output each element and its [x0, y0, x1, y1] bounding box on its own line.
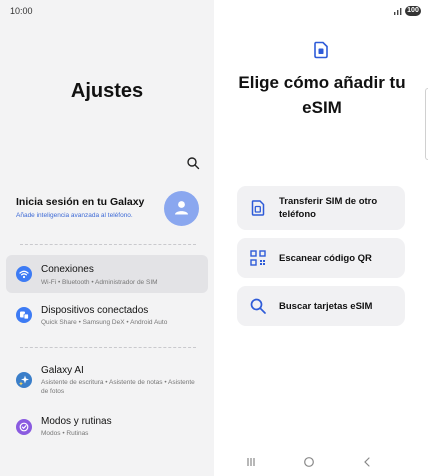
settings-title: Ajustes: [70, 80, 144, 102]
settings-item-modos-rutinas[interactable]: Modos y rutinas Modos • Rutinas: [6, 410, 208, 446]
item-subtitle: Modos • Rutinas: [41, 430, 89, 437]
option-label: Escanear código QR: [279, 253, 372, 264]
account-subtitle: Añade inteligencia avanzada al teléfono.: [16, 212, 133, 219]
status-time: 10:00: [10, 6, 33, 16]
search-icon[interactable]: [186, 156, 200, 170]
option-scan-qr[interactable]: Escanear código QR: [237, 238, 405, 278]
item-title: Conexiones: [41, 264, 94, 275]
person-icon: [175, 201, 188, 215]
item-title: Galaxy AI: [41, 365, 84, 376]
devices-icon: [16, 307, 32, 323]
sim-transfer-icon: [251, 200, 265, 216]
search-icon: [250, 298, 266, 314]
esim-title: Elige cómo añadir tu eSIM: [238, 73, 406, 117]
divider: [20, 244, 196, 245]
option-search-esim[interactable]: Buscar tarjetas eSIM: [237, 286, 405, 326]
option-label: Buscar tarjetas eSIM: [279, 301, 373, 312]
item-subtitle: Asistente de escritura • Asistente de no…: [41, 379, 195, 395]
recents-icon[interactable]: [244, 456, 258, 468]
status-indicators: 100: [393, 5, 423, 17]
settings-pane: 10:00 Ajustes Inicia sesión en tu Galaxy…: [0, 0, 214, 476]
check-circle-icon: [16, 419, 32, 435]
option-transfer-sim[interactable]: Transferir SIM de otro teléfono: [237, 186, 405, 230]
item-subtitle: Wi-Fi • Bluetooth • Administrador de SIM: [41, 279, 158, 286]
home-icon[interactable]: [302, 456, 316, 468]
account-signin[interactable]: Inicia sesión en tu Galaxy Añade intelig…: [6, 185, 208, 231]
settings-item-conexiones[interactable]: Conexiones Wi-Fi • Bluetooth • Administr…: [6, 255, 208, 293]
settings-item-galaxy-ai[interactable]: Galaxy AI Asistente de escritura • Asist…: [6, 358, 208, 402]
signal-bars-icon: [394, 8, 402, 15]
navigation-bar: [214, 448, 428, 476]
item-title: Modos y rutinas: [41, 416, 112, 427]
settings-item-dispositivos[interactable]: Dispositivos conectados Quick Share • Sa…: [6, 297, 208, 335]
back-icon[interactable]: [360, 456, 374, 468]
sparkle-icon: [16, 372, 32, 388]
item-title: Dispositivos conectados: [41, 305, 149, 316]
esim-card-icon: [314, 41, 328, 59]
option-label: Transferir SIM de otro teléfono: [279, 196, 378, 220]
wifi-icon: [16, 266, 32, 282]
account-title: Inicia sesión en tu Galaxy: [16, 196, 145, 208]
avatar[interactable]: [164, 191, 199, 226]
item-subtitle: Quick Share • Samsung DeX • Android Auto: [41, 319, 168, 326]
divider: [20, 347, 196, 348]
qr-code-icon: [250, 250, 266, 266]
battery-indicator: 100: [405, 6, 421, 16]
